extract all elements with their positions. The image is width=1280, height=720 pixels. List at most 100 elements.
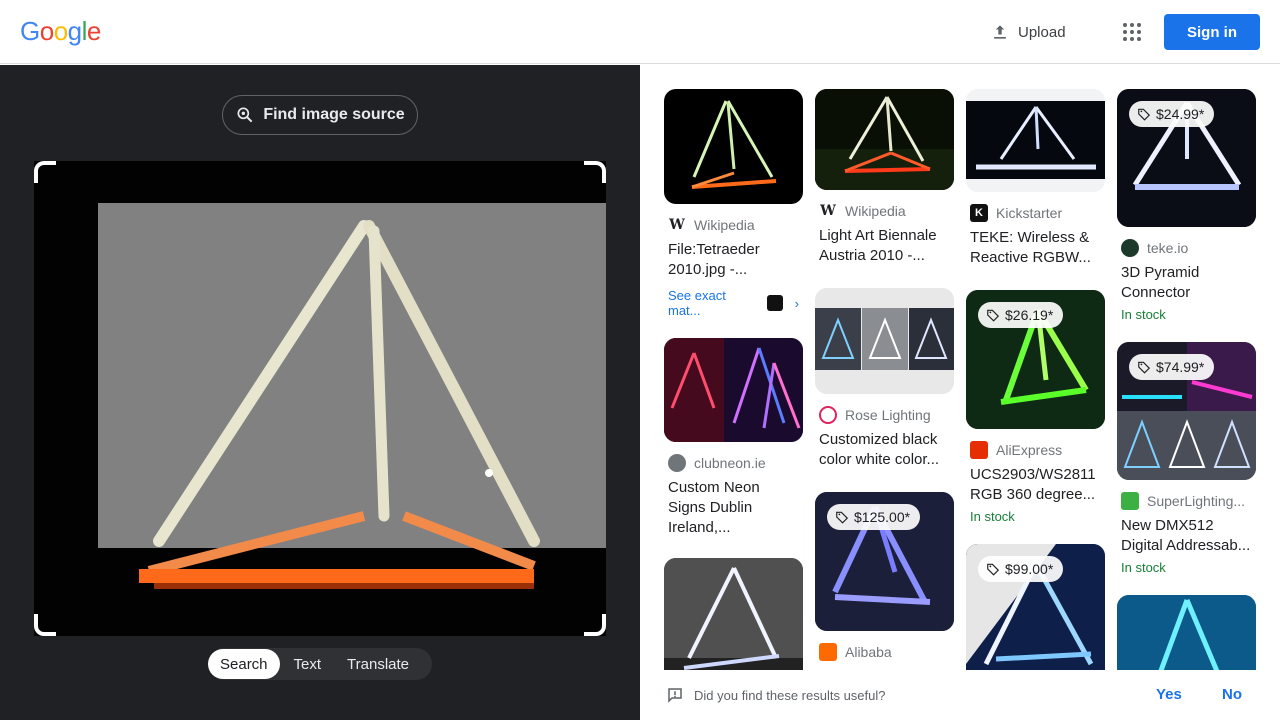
result-card[interactable]: $74.99* SuperLighting... New DMX512 Digi… [1117,342,1256,575]
result-card[interactable]: Rose Lighting Customized black color whi… [815,288,954,470]
tag-icon [836,511,849,524]
upload-icon [994,25,1006,39]
find-image-source-button[interactable]: Find image source [222,95,418,135]
price-badge: $74.99* [1129,354,1215,380]
result-thumbnail[interactable] [815,89,954,190]
result-thumbnail[interactable]: $125.00* [815,492,954,631]
apps-grid-icon[interactable] [1120,20,1144,44]
price-label: $125.00* [854,509,911,525]
stock-status: In stock [1121,307,1166,322]
source-name: AliExpress [996,442,1063,458]
mode-translate[interactable]: Translate [335,649,421,679]
result-title: Light Art Biennale Austria 2010 -... [819,227,937,264]
result-card[interactable]: W Wikipedia File:Tetraeder 2010.jpg -...… [664,89,803,318]
upload-button[interactable]: Upload [990,20,1066,44]
feedback-no-button[interactable]: No [1222,686,1242,703]
source-name: Rose Lighting [845,407,931,423]
result-thumbnail[interactable]: $74.99* [1117,342,1256,480]
crop-handle-bottom-right[interactable] [584,614,606,636]
price-badge: $125.00* [827,504,921,530]
chevron-right-icon: › [794,295,799,311]
rose-lighting-icon [819,406,837,424]
see-exact-matches-link[interactable]: See exact mat... › [668,288,799,318]
result-thumbnail[interactable]: $24.99* [1117,89,1256,227]
tag-icon [1138,361,1151,374]
result-card[interactable]: $125.00* Alibaba [815,492,954,661]
result-card[interactable]: clubneon.ie Custom Neon Signs Dublin Ire… [664,338,803,538]
result-title: Customized black color white color... [819,431,940,468]
visual-matches: W Wikipedia File:Tetraeder 2010.jpg -...… [640,65,1280,670]
result-source: W Wikipedia [668,216,799,234]
pyramid-image [34,161,606,636]
price-label: $26.19* [1005,307,1054,323]
google-logo[interactable]: Google [20,16,101,47]
lens-mode-selector: Search Text Translate [208,648,432,680]
source-name: teke.io [1147,240,1189,256]
price-badge: $24.99* [1129,101,1215,127]
price-label: $74.99* [1156,359,1205,375]
mode-search[interactable]: Search [208,649,280,679]
globe-icon [668,454,686,472]
exact-thumb-icon [767,295,783,311]
sign-in-button[interactable]: Sign in [1164,14,1260,50]
result-source: AliExpress [970,441,1101,459]
feedback-yes-button[interactable]: Yes [1156,686,1182,703]
price-label: $99.00* [1005,561,1054,577]
feedback-icon [668,688,682,703]
results-column: W Wikipedia File:Tetraeder 2010.jpg -...… [664,89,803,670]
result-card[interactable]: $99.00* [966,544,1105,670]
result-thumbnail[interactable] [1117,595,1256,670]
result-thumbnail[interactable] [966,89,1105,192]
result-thumbnail[interactable]: $99.00* [966,544,1105,670]
stock-status: In stock [970,509,1015,524]
aliexpress-icon [970,441,988,459]
result-thumbnail[interactable] [664,558,803,670]
alibaba-icon [819,643,837,661]
result-card[interactable]: $24.99* teke.io 3D Pyramid Connector In … [1117,89,1256,322]
wikipedia-icon: W [820,203,836,219]
result-source: SuperLighting... [1121,492,1252,510]
result-card[interactable]: $26.19* AliExpress UCS2903/WS2811 RGB 36… [966,290,1105,524]
result-thumbnail[interactable] [664,338,803,442]
result-source: teke.io [1121,239,1252,257]
result-source: K Kickstarter [970,204,1101,222]
logo-letter: G [20,16,40,46]
source-name: Alibaba [845,644,892,660]
result-title: New DMX512 Digital Addressab... [1121,517,1251,554]
result-source: Alibaba [819,643,950,661]
stock-status: In stock [1121,560,1166,575]
query-image[interactable] [34,161,606,636]
result-card[interactable] [664,558,803,670]
logo-letter: g [67,16,82,46]
exact-label: See exact mat... [668,288,726,318]
result-title: UCS2903/WS2811 RGB 360 degree... [970,466,1096,503]
result-thumbnail[interactable] [664,89,803,204]
price-badge: $26.19* [978,302,1064,328]
crop-handle-top-left[interactable] [34,161,56,183]
teke-icon [1121,239,1139,257]
source-name: Wikipedia [845,203,906,219]
feedback-question: Did you find these results useful? [694,688,886,703]
crop-handle-top-right[interactable] [584,161,606,183]
price-label: $24.99* [1156,106,1205,122]
crop-handle-bottom-left[interactable] [34,614,56,636]
top-bar: Google Upload Sign in [0,0,1280,64]
upload-label: Upload [1018,23,1066,41]
feedback-bar: Did you find these results useful? Yes N… [640,670,1280,720]
tag-icon [987,309,1000,322]
result-title: Custom Neon Signs Dublin Ireland,... [668,479,760,536]
result-card[interactable]: K Kickstarter TEKE: Wireless & Reactive … [966,89,1105,268]
result-card[interactable]: W Wikipedia Light Art Biennale Austria 2… [815,89,954,266]
mode-text[interactable]: Text [280,649,336,679]
result-thumbnail[interactable] [815,288,954,394]
result-card[interactable] [1117,595,1256,670]
result-title: 3D Pyramid Connector [1121,264,1200,301]
tag-icon [1138,108,1151,121]
kickstarter-icon: K [970,204,988,222]
source-name: SuperLighting... [1147,493,1246,509]
logo-letter: e [86,16,101,46]
source-name: clubneon.ie [694,455,766,471]
lens-search-icon [237,107,253,123]
superlighting-icon [1121,492,1139,510]
result-thumbnail[interactable]: $26.19* [966,290,1105,429]
